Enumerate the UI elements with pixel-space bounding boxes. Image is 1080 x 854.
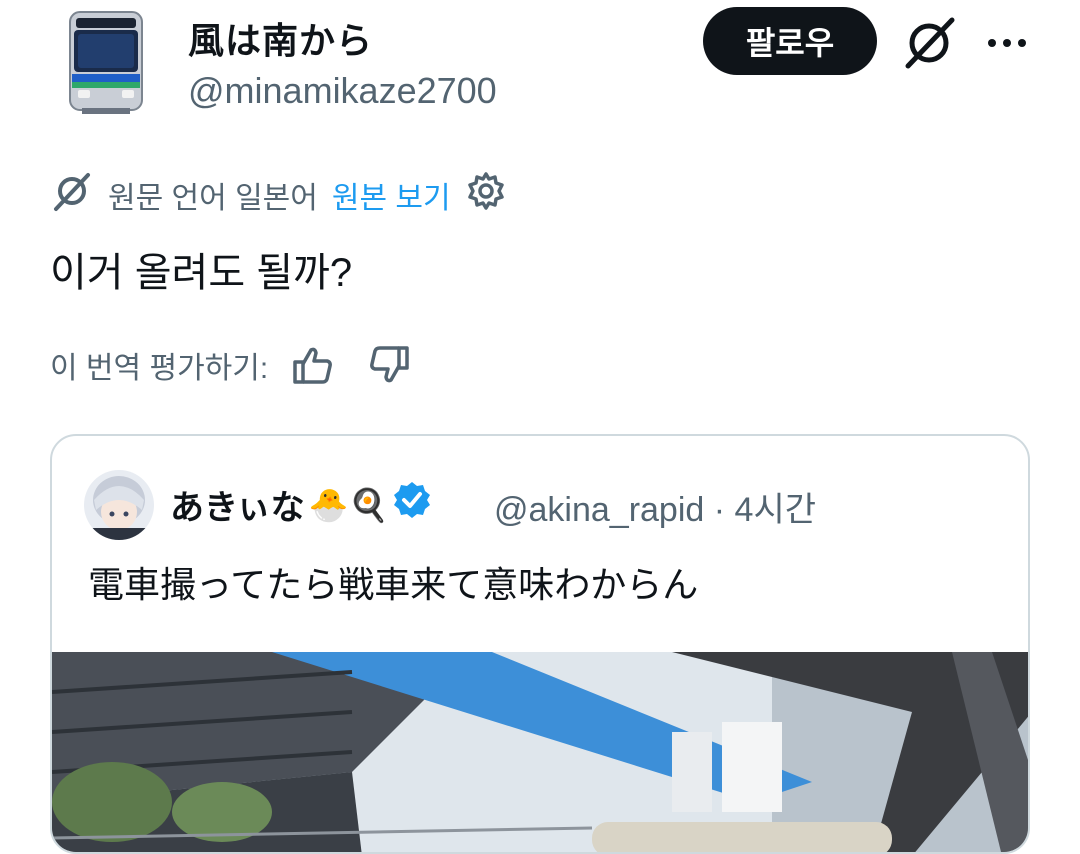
quote-media-image[interactable] [52,652,1028,852]
translate-grok-icon [50,169,94,221]
quote-handle[interactable]: @akina_rapid [494,491,704,529]
rate-translation-label: 이 번역 평가하기: [50,352,269,385]
gear-icon[interactable] [465,170,507,220]
view-original-link[interactable]: 원본 보기 [332,173,451,217]
quote-display-name: あきぃな [170,489,305,527]
rate-translation-row: 이 번역 평가하기: [50,342,412,388]
quote-author-name[interactable]: あきぃな 🐣🍳 [170,480,432,529]
grok-icon[interactable] [900,14,958,72]
thumbs-down-icon[interactable] [366,342,412,388]
quote-timestamp[interactable]: · 4시간 [714,491,816,529]
translation-notice: 원문 언어 일본어 원본 보기 [50,172,507,218]
tweet-text: 이거 올려도 될까? [50,251,353,295]
translation-source-label: 원문 언어 일본어 [108,182,318,215]
train-avatar-icon [69,11,143,114]
quote-meta: @akina_rapid · 4시간 [494,482,816,531]
more-options-icon[interactable] [984,20,1030,66]
quote-author-avatar[interactable] [84,470,154,540]
quote-name-emojis: 🐣🍳 [308,486,389,523]
verified-badge-icon [392,480,432,529]
author-handle[interactable]: @minamikaze2700 [188,70,497,112]
thumbs-up-icon[interactable] [290,342,336,388]
quoted-tweet-card[interactable]: あきぃな 🐣🍳 @akina_rapid · 4시간 電車撮ってたら戦車来て意味… [50,434,1030,854]
author-display-name[interactable]: 風は南から [188,12,373,64]
follow-button[interactable]: 팔로우 [703,7,877,75]
author-avatar[interactable] [52,8,160,120]
quote-text: 電車撮ってたら戦車来て意味わからん [88,564,699,605]
